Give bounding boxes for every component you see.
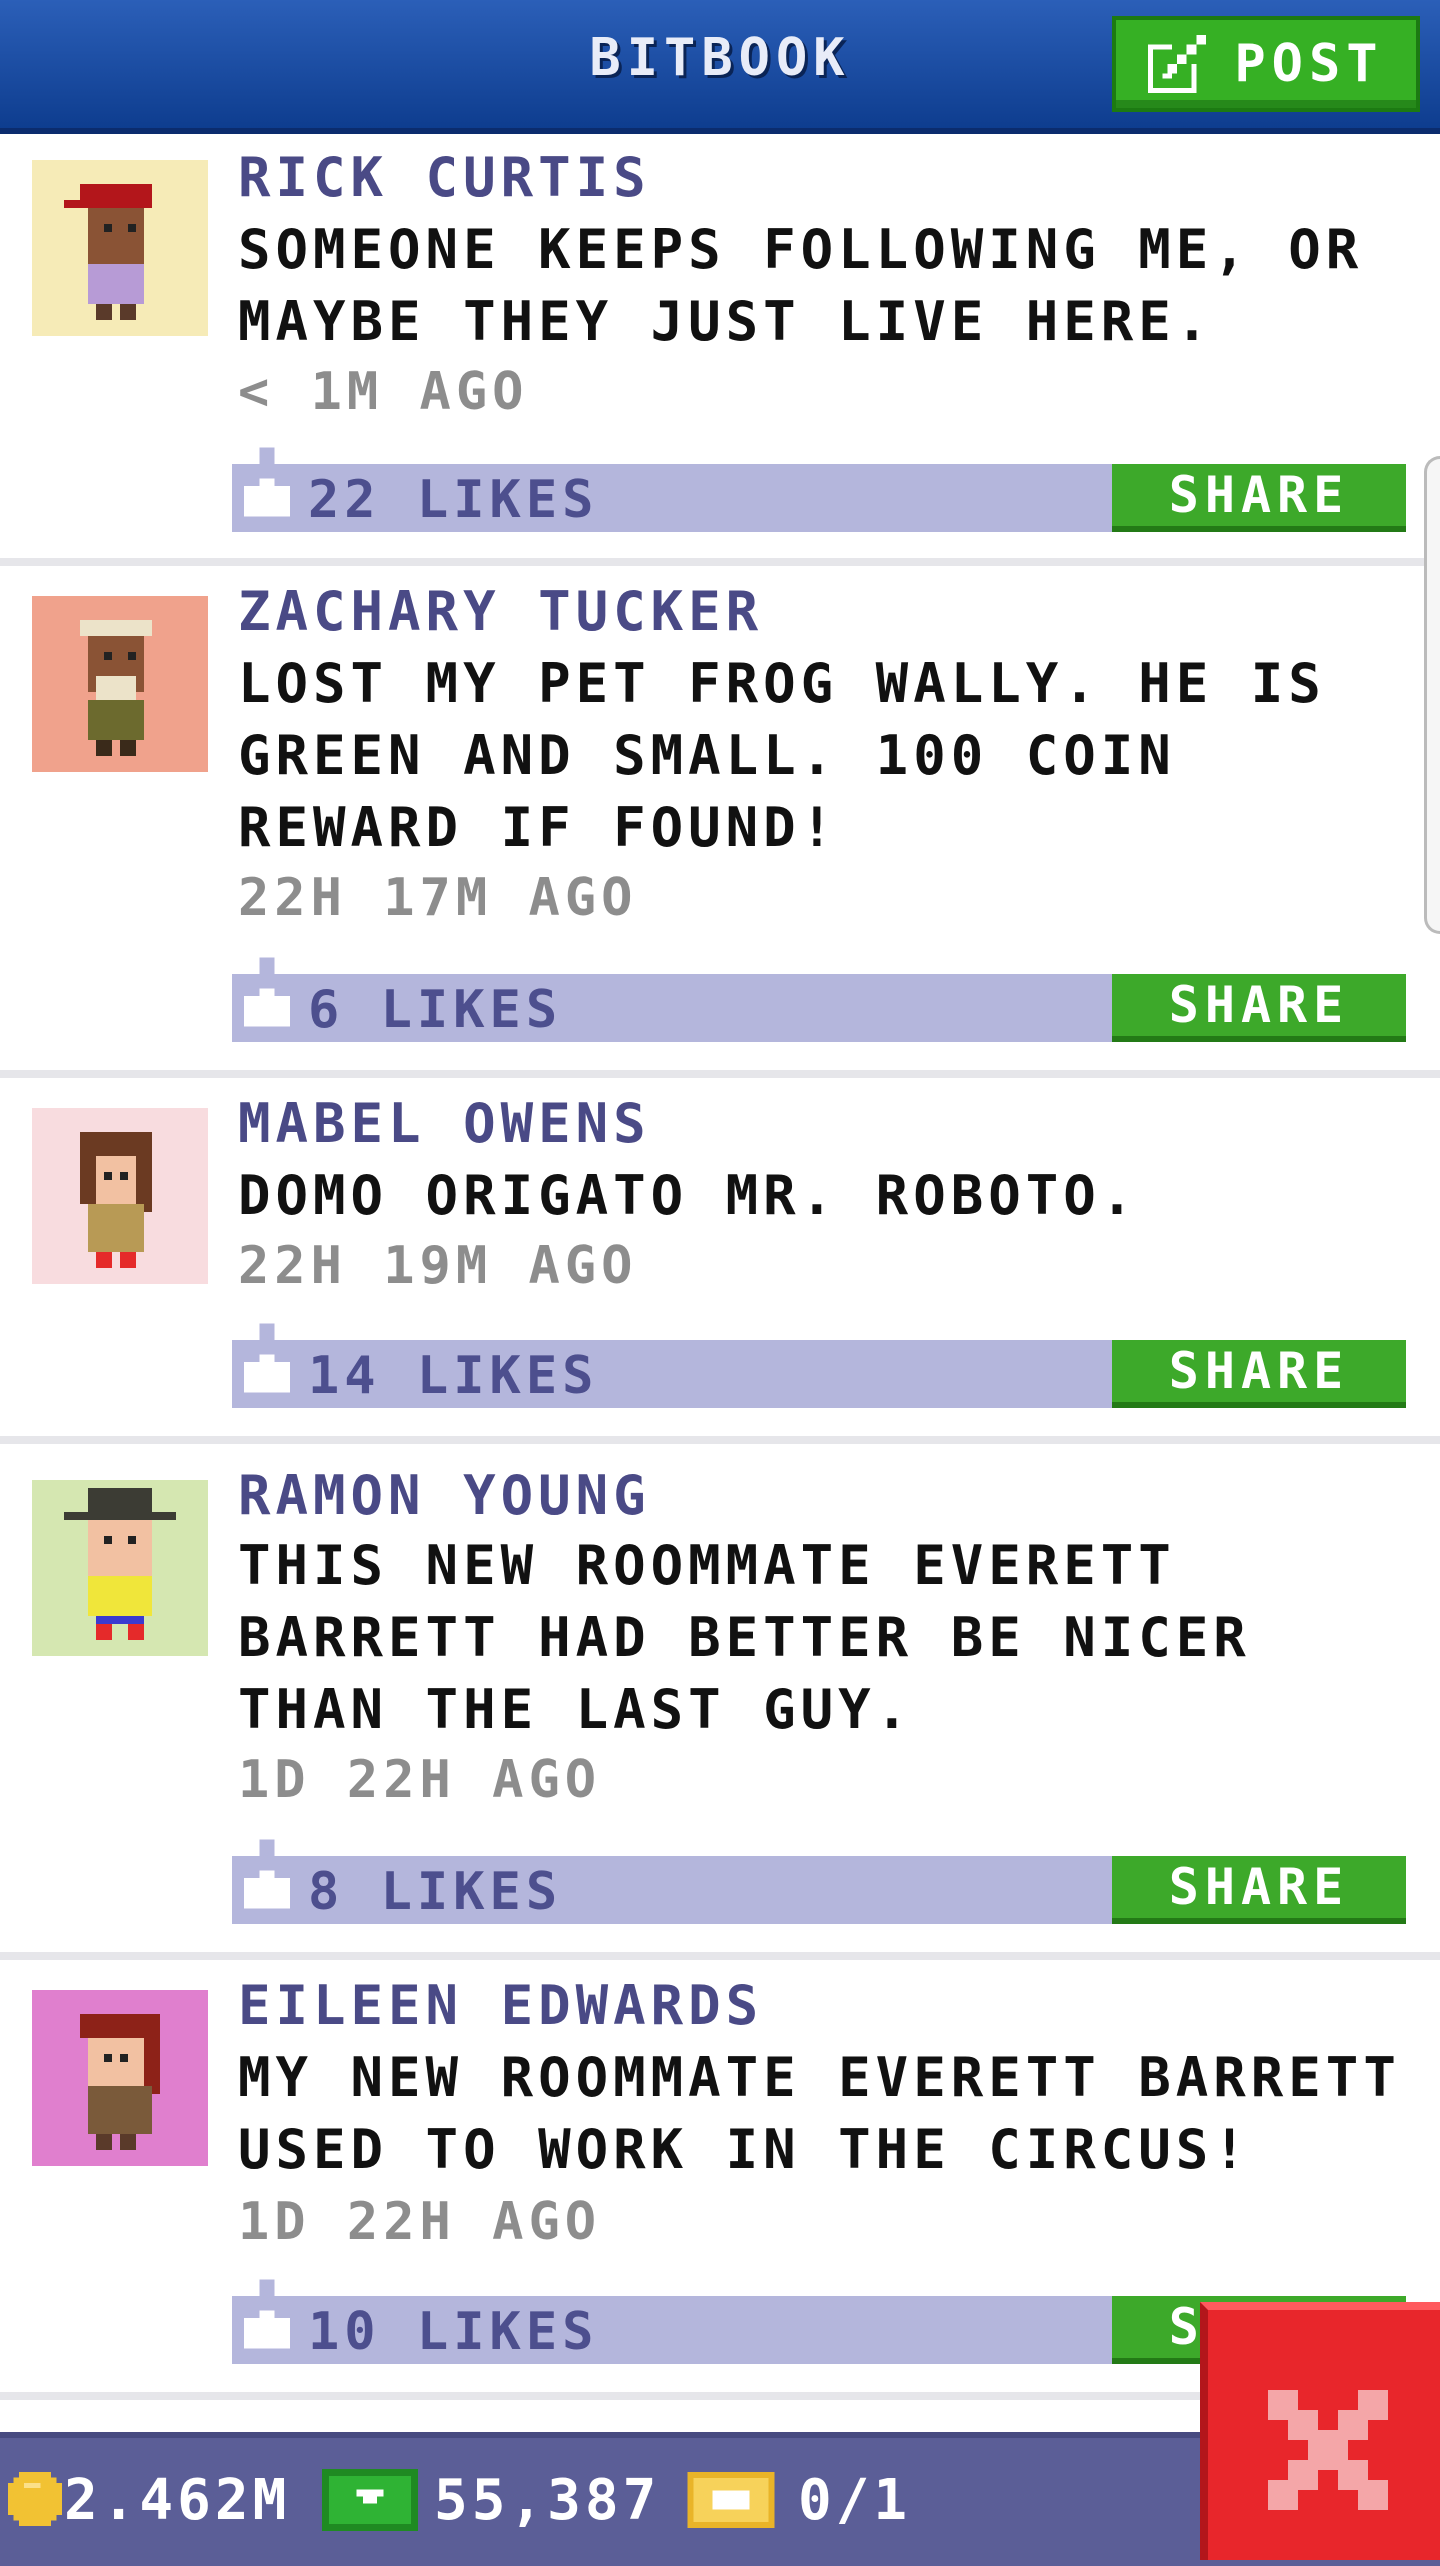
divider (0, 558, 1440, 566)
post-text: THIS NEW ROOMMATE EVERETT BARRETT HAD BE… (238, 1534, 1251, 1741)
like-icon (244, 1839, 290, 1909)
tickets-value: 0/1 (798, 2468, 912, 2533)
post-button[interactable]: POST (1112, 16, 1420, 112)
share-button[interactable]: SHARE (1112, 1340, 1406, 1408)
divider (0, 1436, 1440, 1444)
like-icon (244, 957, 290, 1027)
coin-icon (8, 2472, 62, 2526)
share-button[interactable]: SHARE (1112, 974, 1406, 1042)
post-author[interactable]: MABEL OWENS (238, 1092, 651, 1155)
bux-value: 55,387 (434, 2468, 661, 2533)
post-author[interactable]: RAMON YOUNG (238, 1464, 651, 1527)
avatar (32, 160, 208, 336)
avatar (32, 1480, 208, 1656)
ticket-icon (687, 2472, 775, 2528)
likes-count: 22 LIKES (308, 470, 599, 530)
share-button[interactable]: SHARE (1112, 464, 1406, 532)
close-button[interactable] (1200, 2302, 1440, 2560)
post-author[interactable]: EILEEN EDWARDS (238, 1974, 763, 2037)
close-icon (1268, 2390, 1388, 2510)
likes-count: 14 LIKES (308, 1346, 599, 1406)
bux-icon (322, 2469, 418, 2531)
post-icon (1148, 35, 1207, 93)
like-icon (244, 2279, 290, 2349)
post-author[interactable]: ZACHARY TUCKER (238, 580, 763, 643)
avatar (32, 1990, 208, 2166)
likes-bar[interactable]: 22 LIKES SHARE (232, 447, 1406, 532)
like-icon (244, 447, 290, 517)
post-time: 1D 22H AGO (238, 2192, 602, 2252)
avatar (32, 596, 208, 772)
divider (0, 1952, 1440, 1960)
share-button[interactable]: SHARE (1112, 1856, 1406, 1924)
like-icon (244, 1323, 290, 1393)
likes-count: 6 LIKES (308, 980, 563, 1040)
likes-count: 10 LIKES (308, 2302, 599, 2362)
post-author[interactable]: RICK CURTIS (238, 146, 651, 209)
app-header: BITBOOK POST (0, 0, 1440, 134)
likes-bar[interactable]: 8 LIKES SHARE (232, 1839, 1406, 1924)
scrollbar[interactable] (1424, 456, 1440, 934)
avatar (32, 1108, 208, 1284)
post-time: < 1M AGO (238, 362, 529, 422)
post-text: SOMEONE KEEPS FOLLOWING ME, OR MAYBE THE… (238, 218, 1364, 353)
likes-count: 8 LIKES (308, 1862, 563, 1922)
divider (0, 1070, 1440, 1078)
likes-bar[interactable]: 14 LIKES SHARE (232, 1323, 1406, 1408)
post-text: DOMO ORIGATO MR. ROBOTO. (238, 1164, 1139, 1227)
post-time: 22H 19M AGO (238, 1236, 638, 1296)
likes-bar[interactable]: 6 LIKES SHARE (232, 957, 1406, 1042)
post-time: 1D 22H AGO (238, 1750, 602, 1810)
post-text: MY NEW ROOMMATE EVERETT BARRETT USED TO … (238, 2046, 1401, 2181)
coins-value: 2.462M (64, 2468, 291, 2533)
post-button-label: POST (1234, 34, 1384, 94)
post-time: 22H 17M AGO (238, 868, 638, 928)
post-text: LOST MY PET FROG WALLY. HE IS GREEN AND … (238, 652, 1326, 859)
